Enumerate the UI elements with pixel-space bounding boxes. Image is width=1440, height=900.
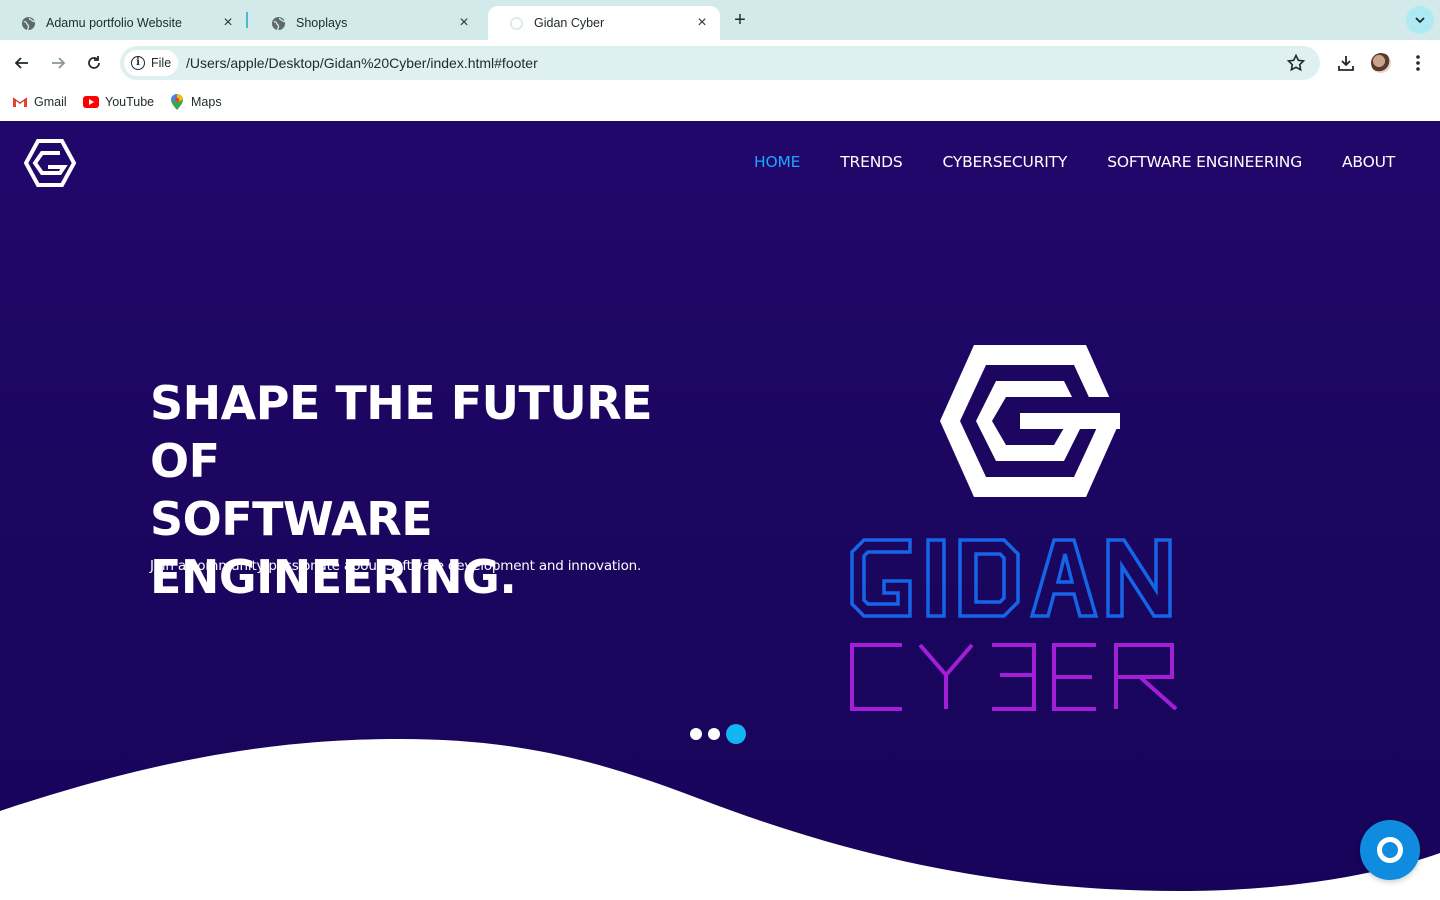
maps-icon bbox=[169, 94, 185, 110]
bookmark-label: Gmail bbox=[34, 95, 67, 109]
chat-icon bbox=[1377, 837, 1403, 863]
tab-title: Adamu portfolio Website bbox=[46, 16, 182, 30]
download-icon bbox=[1338, 56, 1354, 71]
hero-title-line: SOFTWARE bbox=[150, 492, 433, 546]
reload-button[interactable] bbox=[81, 50, 107, 76]
site-info-label: File bbox=[151, 56, 172, 70]
tab-title: Shoplays bbox=[296, 16, 348, 30]
logo-word-gidan bbox=[850, 538, 1172, 618]
bookmark-youtube[interactable]: YouTube bbox=[83, 95, 154, 109]
tab-adamu-portfolio[interactable]: Adamu portfolio Website × bbox=[0, 6, 246, 40]
tab-search-button[interactable] bbox=[1406, 6, 1434, 34]
site-info-chip[interactable]: i File bbox=[124, 50, 178, 76]
browser-menu-button[interactable] bbox=[1407, 52, 1429, 74]
hero-subtitle: Join a community passionate about Softwa… bbox=[150, 558, 642, 574]
site-logo[interactable] bbox=[24, 139, 76, 187]
nav-about[interactable]: ABOUT bbox=[1342, 153, 1395, 171]
browser-toolbar: i File /Users/apple/Desktop/Gidan%20Cybe… bbox=[0, 40, 1440, 86]
bookmark-star-icon[interactable] bbox=[1286, 53, 1306, 73]
globe-icon bbox=[270, 15, 286, 31]
nav-cybersecurity[interactable]: CYBERSECURITY bbox=[942, 153, 1067, 171]
chevron-down-icon bbox=[1415, 17, 1425, 24]
loading-icon bbox=[508, 15, 524, 31]
bookmark-maps[interactable]: Maps bbox=[169, 94, 222, 110]
bookmark-label: Maps bbox=[191, 95, 222, 109]
arrow-right-icon bbox=[52, 57, 66, 69]
nav-software-engineering[interactable]: SOFTWARE ENGINEERING bbox=[1107, 153, 1302, 171]
arrow-left-icon bbox=[14, 57, 28, 69]
hexagon-g-emblem bbox=[940, 345, 1120, 497]
bookmarks-bar: Gmail YouTube Maps bbox=[0, 86, 1440, 121]
globe-icon bbox=[20, 15, 36, 31]
forward-button[interactable] bbox=[45, 50, 71, 76]
close-tab-icon[interactable]: × bbox=[454, 13, 474, 33]
nav-home[interactable]: HOME bbox=[754, 153, 800, 171]
back-button[interactable] bbox=[9, 50, 35, 76]
youtube-icon bbox=[83, 95, 99, 109]
bookmark-label: YouTube bbox=[105, 95, 155, 109]
downloads-button[interactable] bbox=[1335, 52, 1357, 74]
hero-title-line: ENGINEERING. bbox=[150, 550, 517, 604]
url-text[interactable]: /Users/apple/Desktop/Gidan%20Cyber/index… bbox=[186, 55, 538, 71]
hero-wave-divider bbox=[0, 739, 1440, 900]
kebab-menu-icon bbox=[1416, 55, 1420, 71]
tab-shoplays[interactable]: Shoplays × bbox=[250, 6, 482, 40]
tab-title: Gidan Cyber bbox=[534, 16, 605, 30]
gmail-icon bbox=[12, 95, 28, 109]
hero-logo bbox=[850, 345, 1178, 711]
address-bar[interactable]: i File /Users/apple/Desktop/Gidan%20Cybe… bbox=[120, 46, 1320, 80]
new-tab-button[interactable]: + bbox=[728, 8, 752, 32]
main-nav: HOME TRENDS CYBERSECURITY SOFTWARE ENGIN… bbox=[754, 153, 1395, 171]
profile-avatar[interactable] bbox=[1371, 53, 1391, 73]
tab-separator bbox=[246, 12, 248, 28]
tab-strip: Adamu portfolio Website × Shoplays × Gid… bbox=[0, 0, 1440, 40]
close-tab-icon[interactable]: × bbox=[218, 13, 238, 33]
bookmark-gmail[interactable]: Gmail bbox=[12, 95, 67, 109]
chat-button[interactable] bbox=[1360, 820, 1420, 880]
nav-trends[interactable]: TRENDS bbox=[840, 153, 902, 171]
hero-title-line: SHAPE THE FUTURE OF bbox=[150, 376, 653, 488]
tab-gidan-cyber[interactable]: Gidan Cyber × bbox=[488, 6, 720, 40]
reload-icon bbox=[88, 56, 100, 69]
close-tab-icon[interactable]: × bbox=[692, 13, 712, 33]
info-icon: i bbox=[131, 56, 145, 70]
web-page: HOME TRENDS CYBERSECURITY SOFTWARE ENGIN… bbox=[0, 121, 1440, 900]
